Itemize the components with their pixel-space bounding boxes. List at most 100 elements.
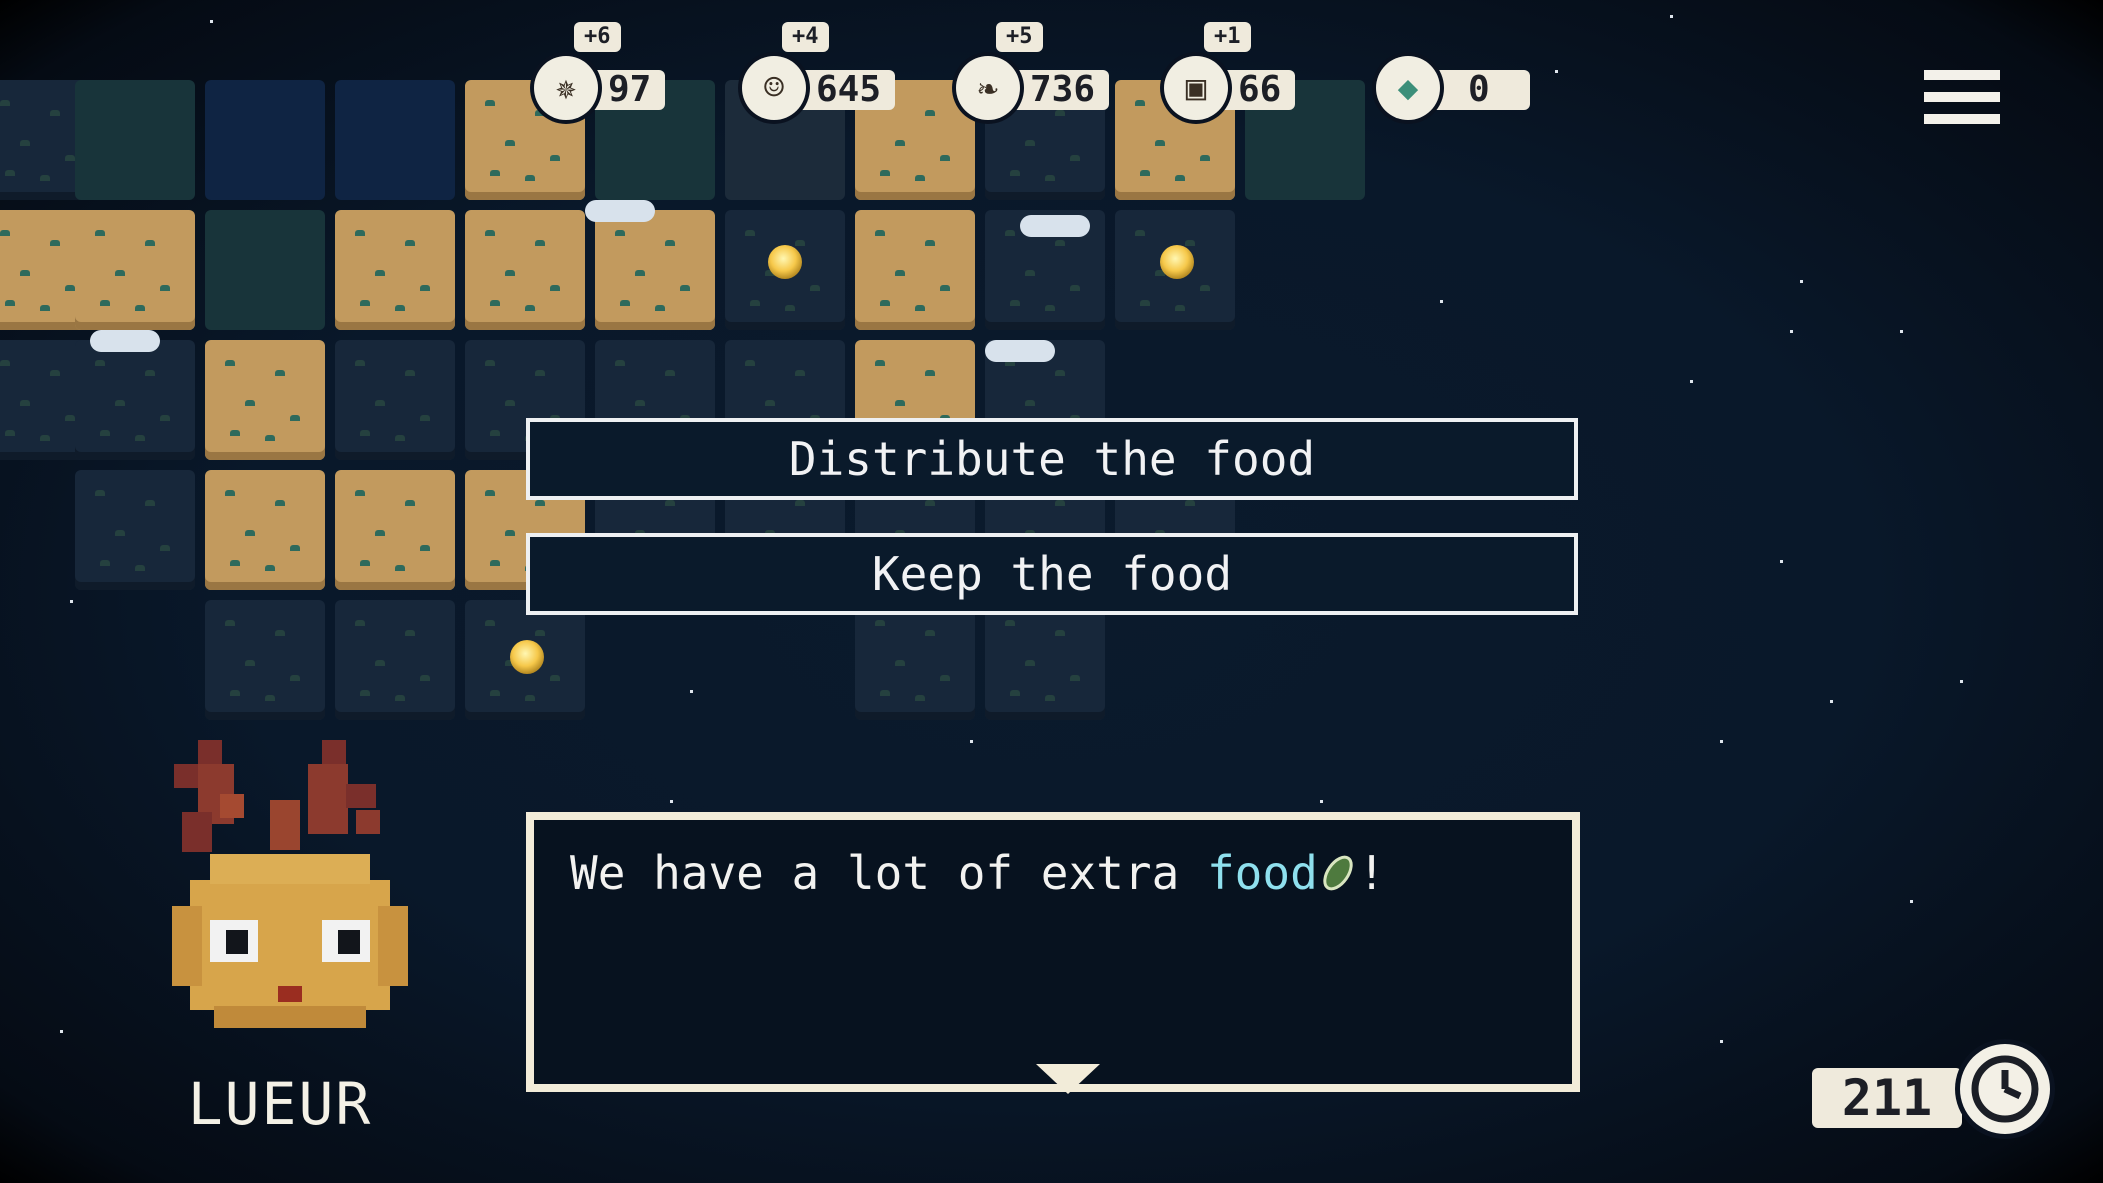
- dialog-text-main: We have a lot of extra: [570, 846, 1207, 900]
- turn-value: 211: [1812, 1068, 1962, 1128]
- distribute-food-button[interactable]: Distribute the food: [526, 418, 1578, 500]
- food-icon: ❧: [956, 56, 1020, 120]
- map-tile[interactable]: [335, 210, 455, 330]
- sprout-icon: [880, 690, 890, 696]
- sprout-icon: [1010, 170, 1020, 176]
- sprout-icon: [115, 270, 125, 276]
- sprout-icon: [535, 240, 545, 246]
- sprout-icon: [1175, 305, 1185, 311]
- sprout-icon: [745, 360, 755, 366]
- sprout-icon: [535, 370, 545, 376]
- sprout-icon: [50, 370, 60, 376]
- map-tile[interactable]: [335, 470, 455, 590]
- hamburger-menu-icon: [1924, 92, 2000, 102]
- map-tile[interactable]: [75, 340, 195, 460]
- idea-bulb-icon[interactable]: [1160, 245, 1194, 279]
- materials-delta: +1: [1204, 22, 1251, 52]
- sprout-icon: [290, 675, 300, 681]
- map-tile[interactable]: [205, 600, 325, 720]
- sprout-icon: [895, 270, 905, 276]
- sprout-icon: [915, 175, 925, 181]
- sprout-icon: [1135, 230, 1145, 236]
- map-tile[interactable]: [335, 600, 455, 720]
- star: [1720, 1040, 1723, 1043]
- sprout-icon: [925, 370, 935, 376]
- sprout-icon: [895, 140, 905, 146]
- map-tile[interactable]: [75, 80, 195, 200]
- sprout-icon: [1070, 675, 1080, 681]
- sprout-icon: [1185, 240, 1195, 246]
- sprout-icon: [765, 400, 775, 406]
- map-tile[interactable]: [465, 210, 585, 330]
- cloud-icon: [1020, 215, 1090, 237]
- sprout-icon: [20, 140, 30, 146]
- star: [1670, 15, 1673, 18]
- sprout-icon: [1200, 285, 1210, 291]
- dialog-box[interactable]: We have a lot of extra food!: [526, 812, 1580, 1094]
- map-tile[interactable]: [335, 80, 455, 200]
- map-tile[interactable]: [985, 600, 1105, 720]
- cloud-icon: [985, 340, 1055, 362]
- sprout-icon: [1070, 155, 1080, 161]
- sprout-icon: [635, 400, 645, 406]
- star: [210, 20, 213, 23]
- star: [70, 600, 73, 603]
- sprout-icon: [245, 400, 255, 406]
- sprout-icon: [1155, 140, 1165, 146]
- sprout-icon: [420, 415, 430, 421]
- sprout-icon: [635, 270, 645, 276]
- sprout-icon: [405, 500, 415, 506]
- keep-food-button[interactable]: Keep the food: [526, 533, 1578, 615]
- sprout-icon: [1135, 100, 1145, 106]
- map-tile[interactable]: [205, 470, 325, 590]
- sprout-icon: [665, 370, 675, 376]
- sprout-icon: [375, 270, 385, 276]
- sprout-icon: [225, 490, 235, 496]
- sprout-icon: [895, 660, 905, 666]
- lueur-body: [172, 854, 408, 1028]
- map-tile[interactable]: [205, 80, 325, 200]
- sprout-icon: [535, 500, 545, 506]
- sprout-icon: [355, 230, 365, 236]
- sprout-icon: [490, 170, 500, 176]
- sprout-icon: [135, 435, 145, 441]
- sprout-icon: [490, 430, 500, 436]
- map-tile[interactable]: [855, 600, 975, 720]
- sprout-icon: [875, 620, 885, 626]
- sprout-icon: [1010, 300, 1020, 306]
- dialog-keyword: food: [1206, 846, 1318, 900]
- idea-bulb-icon[interactable]: [768, 245, 802, 279]
- map-tile[interactable]: [75, 470, 195, 590]
- star: [1780, 560, 1783, 563]
- map-tile[interactable]: [335, 340, 455, 460]
- map-tile[interactable]: [205, 340, 325, 460]
- idea-bulb-icon[interactable]: [510, 640, 544, 674]
- sprout-icon: [665, 500, 675, 506]
- sprout-icon: [490, 300, 500, 306]
- star: [1790, 330, 1793, 333]
- sprout-icon: [925, 240, 935, 246]
- map-tile[interactable]: [595, 210, 715, 330]
- sprout-icon: [95, 360, 105, 366]
- map-tile[interactable]: [205, 210, 325, 330]
- continue-arrow-icon[interactable]: [1036, 1064, 1100, 1094]
- sprout-icon: [245, 530, 255, 536]
- sprout-icon: [1010, 690, 1020, 696]
- sprout-icon: [1140, 300, 1150, 306]
- sprout-icon: [505, 530, 515, 536]
- sprout-icon: [0, 100, 10, 106]
- sprout-icon: [225, 360, 235, 366]
- map-tile[interactable]: [75, 210, 195, 330]
- sprout-icon: [360, 430, 370, 436]
- sprout-icon: [360, 690, 370, 696]
- sprout-icon: [485, 100, 495, 106]
- sprout-icon: [880, 170, 890, 176]
- star: [1800, 280, 1803, 283]
- menu-button[interactable]: [1920, 68, 2004, 128]
- sprout-icon: [1045, 305, 1055, 311]
- sprout-icon: [1055, 500, 1065, 506]
- star: [1830, 700, 1833, 703]
- sprout-icon: [5, 430, 15, 436]
- map-tile[interactable]: [855, 210, 975, 330]
- sprout-icon: [395, 565, 405, 571]
